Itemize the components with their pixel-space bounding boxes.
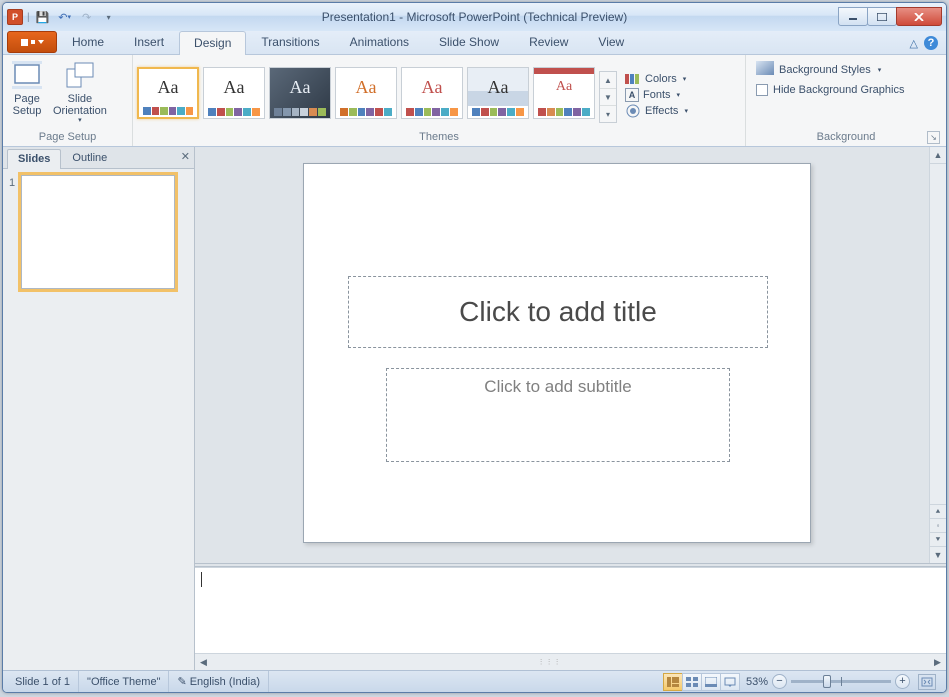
zoom-level[interactable]: 53% [746,676,768,688]
thumbnail-number: 1 [9,175,15,289]
page-setup-button[interactable]: Page Setup [7,57,47,119]
background-styles-icon [756,61,774,78]
normal-view-button[interactable] [663,673,683,691]
tab-review[interactable]: Review [514,30,583,54]
theme-item[interactable]: Aa [401,67,463,119]
app-icon[interactable]: P [7,9,23,25]
tab-home[interactable]: Home [57,30,119,54]
background-dialog-launcher[interactable]: ↘ [927,131,940,144]
status-slide-number[interactable]: Slide 1 of 1 [7,671,79,692]
file-button[interactable] [7,31,57,53]
tab-transitions[interactable]: Transitions [246,30,334,54]
scroll-up-icon[interactable]: ▲ [930,147,946,164]
slides-tab[interactable]: Slides [7,149,61,169]
group-label-page-setup: Page Setup [7,129,128,146]
vertical-scrollbar[interactable]: ▲ ⯅ ◦ ⯆ ▼ [929,147,946,563]
horizontal-scrollbar[interactable]: ◀ ⋮⋮⋮ ▶ [195,653,946,670]
ribbon-tabs: Home Insert Design Transitions Animation… [3,31,946,55]
zoom-slider[interactable] [791,680,891,683]
scroll-right-icon[interactable]: ▶ [929,654,946,670]
theme-colors-button[interactable]: Colors▾ [625,72,688,86]
scroll-down-icon[interactable]: ▼ [930,546,946,563]
theme-item[interactable]: Aa [269,67,331,119]
scroll-left-icon[interactable]: ◀ [195,654,212,670]
slide-thumbnail[interactable] [21,175,175,289]
slides-pane: Slides Outline ✕ 1 [3,147,195,670]
save-button[interactable]: 💾 [34,8,52,26]
tab-animations[interactable]: Animations [335,30,424,54]
tab-slideshow[interactable]: Slide Show [424,30,514,54]
qat-customize[interactable]: ▾ [100,8,118,26]
tab-design[interactable]: Design [179,31,246,55]
maximize-button[interactable] [867,7,897,26]
hide-bg-checkbox[interactable]: Hide Background Graphics [756,84,904,96]
minimize-ribbon-icon[interactable]: △ [910,37,918,50]
theme-item[interactable]: Aa [533,67,595,119]
theme-item[interactable]: Aa [467,67,529,119]
redo-button[interactable]: ↷ [78,8,96,26]
subtitle-placeholder[interactable]: Click to add subtitle [386,368,730,462]
status-bar: Slide 1 of 1 "Office Theme" ✎ English (I… [3,670,946,692]
ribbon: Page Setup Slide Orientation▾ Page Setup… [3,55,946,147]
slide-canvas-area[interactable]: Click to add title Click to add subtitle… [195,147,946,563]
theme-fonts-button[interactable]: A Fonts▾ [625,88,688,102]
colors-icon [625,72,641,86]
gallery-expand-icon[interactable]: ▾ [600,106,616,122]
minimize-button[interactable] [838,7,868,26]
status-language[interactable]: ✎ English (India) [169,671,269,692]
window-title: Presentation1 - Microsoft PowerPoint (Te… [3,10,946,24]
background-styles-button[interactable]: Background Styles▾ [756,61,904,78]
checkbox-icon [756,84,768,96]
title-bar: P | 💾 ↶▾ ↷ ▾ Presentation1 - Microsoft P… [3,3,946,31]
group-label-themes: Themes [137,129,741,146]
help-icon[interactable]: ? [924,36,938,50]
themes-gallery-more[interactable]: ▲ ▼ ▾ [599,71,617,123]
outline-tab[interactable]: Outline [61,148,118,168]
tab-view[interactable]: View [583,30,639,54]
slide-sorter-view-button[interactable] [682,673,702,691]
zoom-in-button[interactable]: + [895,674,910,689]
slide[interactable]: Click to add title Click to add subtitle [303,163,811,543]
fonts-icon: A [625,88,639,102]
title-placeholder[interactable]: Click to add title [348,276,768,348]
undo-button[interactable]: ↶▾ [56,8,74,26]
theme-effects-button[interactable]: Effects▾ [625,104,688,118]
close-pane-icon[interactable]: ✕ [181,150,190,163]
themes-gallery[interactable]: Aa Aa Aa Aa [137,63,617,123]
slide-orientation-button[interactable]: Slide Orientation▾ [49,57,111,127]
fit-to-window-button[interactable] [918,674,936,690]
nav-browse-icon[interactable]: ◦ [930,518,946,532]
status-theme[interactable]: "Office Theme" [79,671,169,692]
reading-view-button[interactable] [701,673,721,691]
close-button[interactable] [896,7,942,26]
effects-icon [625,104,641,118]
next-slide-icon[interactable]: ⯆ [930,532,946,546]
tab-insert[interactable]: Insert [119,30,179,54]
gallery-scroll-down-icon[interactable]: ▼ [600,89,616,106]
theme-item[interactable]: Aa [335,67,397,119]
group-label-background: Background ↘ [750,129,942,146]
prev-slide-icon[interactable]: ⯅ [930,504,946,518]
spellcheck-icon: ✎ [177,675,186,688]
notes-pane[interactable] [195,567,946,653]
theme-item[interactable]: Aa [203,67,265,119]
theme-item[interactable]: Aa [137,67,199,119]
zoom-out-button[interactable]: − [772,674,787,689]
slideshow-view-button[interactable] [720,673,740,691]
gallery-scroll-up-icon[interactable]: ▲ [600,72,616,89]
